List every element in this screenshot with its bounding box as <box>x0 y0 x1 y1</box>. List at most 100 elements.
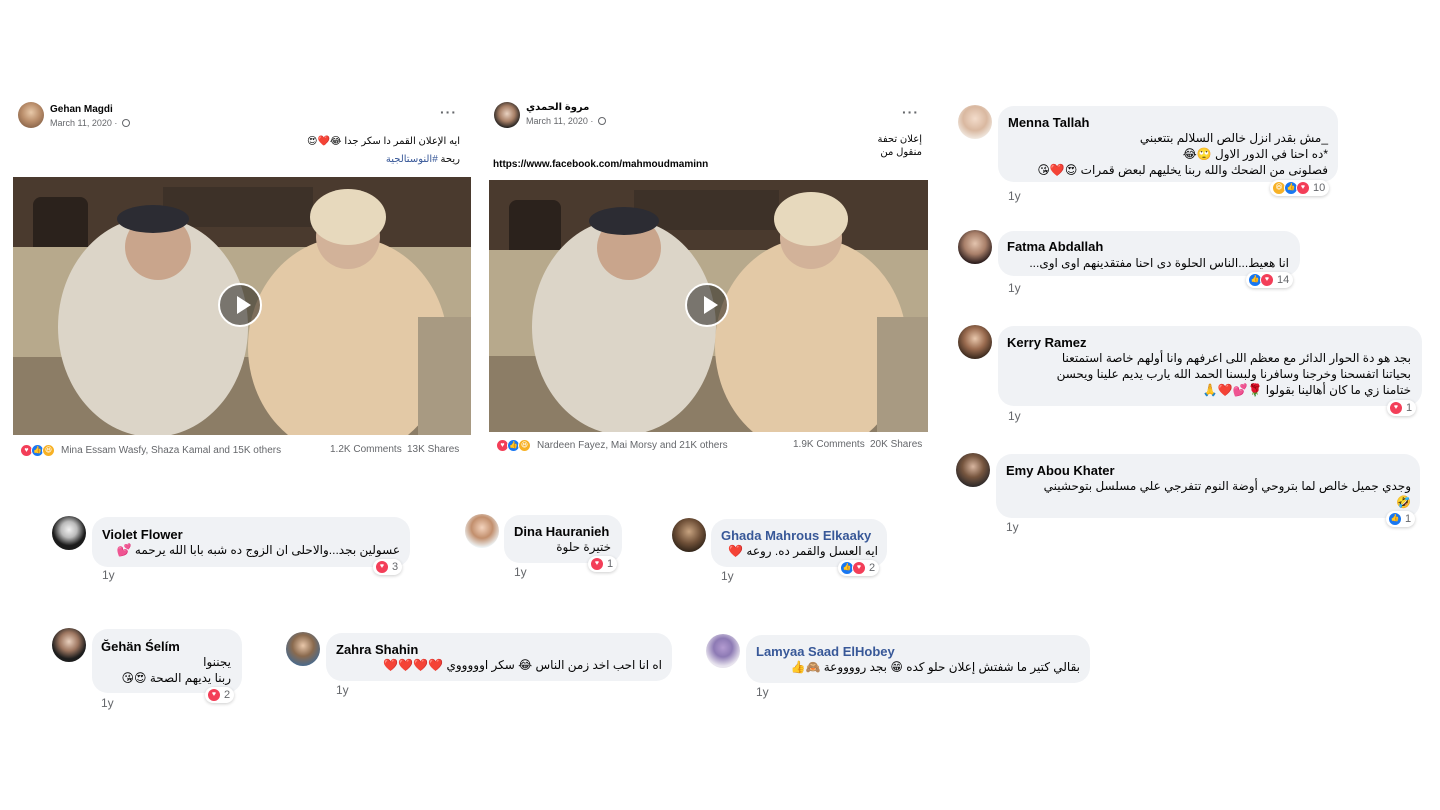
more-options-icon[interactable]: ··· <box>902 104 919 120</box>
comment-text-line: فصلونى من الضحك والله ربنا يخليهم لبعض ق… <box>1037 163 1328 177</box>
comment-text-line: ربنا يديهم الصحة 😍😘 <box>121 671 231 685</box>
commenter-avatar[interactable] <box>958 325 992 359</box>
commenter-avatar[interactable] <box>706 634 740 668</box>
post-text-line-1: ايه الإعلان القمر دا سكر جدا 😂❤️😍 <box>307 136 460 147</box>
commenter-avatar[interactable] <box>672 518 706 552</box>
post-text-line-2: ريحة #النوستالجية <box>386 154 460 165</box>
share-count[interactable]: 13K Shares <box>407 444 459 455</box>
comment-text-line: بقالي كتير ما شفتش إعلان حلو كده 😁 بجد ر… <box>790 660 1080 674</box>
video-player[interactable] <box>489 180 928 432</box>
reaction-count: 2 <box>224 689 231 701</box>
comment-time[interactable]: 1y <box>1008 409 1021 423</box>
comment-author[interactable]: Kerry Ramez <box>1007 335 1087 350</box>
reactions-names: Mina Essam Wasfy, Shaza Kamal and 15K ot… <box>61 445 282 456</box>
comment-text-line: بجد هو دة الحوار الدائر مع معظم اللى اعر… <box>1061 351 1411 365</box>
post-text-line-1: إعلان تحفة <box>877 134 923 145</box>
reaction-count: 1 <box>607 558 614 570</box>
comment-time[interactable]: 1y <box>336 683 349 697</box>
comment-text-line: _مش بقدر انزل خالص السلالم بتتعبني <box>1139 131 1328 145</box>
globe-icon <box>121 119 130 127</box>
video-player[interactable] <box>13 177 471 435</box>
reactions-summary[interactable]: ♥ 👍 😆 Mina Essam Wasfy, Shaza Kamal and … <box>20 444 281 457</box>
comment-time[interactable]: 1y <box>756 685 769 699</box>
comment-author[interactable]: Zahra Shahin <box>336 642 418 657</box>
hashtag-link[interactable]: #النوستالجية <box>386 154 438 165</box>
commenter-avatar[interactable] <box>286 632 320 666</box>
haha-reaction-icon: 😆 <box>42 444 55 457</box>
like-reaction-icon: 👍 <box>1388 512 1402 526</box>
comment-author[interactable]: Emy Abou Khater <box>1006 463 1115 478</box>
love-reaction-icon: ♥ <box>1260 273 1274 287</box>
commenter-avatar[interactable] <box>52 516 86 550</box>
share-count[interactable]: 20K Shares <box>870 439 922 450</box>
love-reaction-icon: ♥ <box>375 560 389 574</box>
play-button[interactable] <box>685 283 729 327</box>
comment-text-line: يجننوا <box>203 655 231 669</box>
comment-author[interactable]: Lamyaa Saad ElHobey <box>756 644 895 659</box>
post-link[interactable]: https://www.facebook.com/mahmoudmaminn <box>493 159 708 170</box>
reaction-count: 1 <box>1405 513 1412 525</box>
globe-icon <box>597 117 606 125</box>
comment-time[interactable]: 1y <box>1008 189 1021 203</box>
post-date[interactable]: March 11, 2020 · <box>50 118 130 128</box>
commenter-avatar[interactable] <box>465 514 499 548</box>
comment-time[interactable]: 1y <box>721 569 734 583</box>
reactions-names: Nardeen Fayez, Mai Morsy and 21K others <box>537 440 728 451</box>
post-date[interactable]: March 11, 2020 · <box>526 116 606 126</box>
comment-count[interactable]: 1.2K Comments <box>330 444 402 455</box>
commenter-avatar[interactable] <box>52 628 86 662</box>
comment-reactions[interactable]: ♥ 3 <box>373 559 403 575</box>
comment-author[interactable]: Menna Tallah <box>1008 115 1089 130</box>
reaction-count: 1 <box>1406 402 1413 414</box>
comment-text-line: عسولين بجد...والاحلى ان الزوج ده شبه باب… <box>116 543 400 557</box>
reaction-count: 3 <box>392 561 399 573</box>
comment-reactions[interactable]: 👍 ♥ 14 <box>1246 272 1294 288</box>
author-avatar[interactable] <box>494 102 520 128</box>
comment-text-line: ايه العسل والقمر ده. روعه ❤️ <box>728 544 878 558</box>
more-options-icon[interactable]: ··· <box>440 104 457 120</box>
comment-author[interactable]: Fatma Abdallah <box>1007 239 1103 254</box>
comment-author[interactable]: Ghada Mahrous Elkaaky <box>721 528 871 543</box>
comment-text-line: وجدي جميل خالص لما بتروحي أوضة النوم تتف… <box>1043 479 1411 493</box>
comment-reactions[interactable]: ♥ 1 <box>1387 400 1417 416</box>
author-avatar[interactable] <box>18 102 44 128</box>
comment-text-line: ختيرة حلوة <box>556 540 611 554</box>
love-reaction-icon: ♥ <box>1296 181 1310 195</box>
comment-author[interactable]: Ğehän Śelím <box>101 639 180 654</box>
comment-reactions[interactable]: ♥ 2 <box>205 687 235 703</box>
post-author[interactable]: مروة الحمدي <box>526 102 589 113</box>
post-text-line-2: منقول من <box>880 147 922 158</box>
comment-text-line: انا هعيط...الناس الحلوة دى احنا مفتقدينه… <box>1029 256 1289 270</box>
comment-text-line: ختامنا زي ما كان أهالينا بقولوا 🌹💕❤️🙏 <box>1202 383 1411 397</box>
comment-text-line: 🤣 <box>1396 495 1411 509</box>
comment-time[interactable]: 1y <box>514 565 527 579</box>
commenter-avatar[interactable] <box>956 453 990 487</box>
play-button[interactable] <box>218 283 262 327</box>
comment-reactions[interactable]: 👍 1 <box>1386 511 1416 527</box>
comment-text-line: *ده احنا في الدور الاول 🙄😂 <box>1182 147 1328 161</box>
love-reaction-icon: ♥ <box>590 557 604 571</box>
reactions-summary[interactable]: ♥ 👍 😆 Nardeen Fayez, Mai Morsy and 21K o… <box>496 439 728 452</box>
commenter-avatar[interactable] <box>958 105 992 139</box>
post-date-text: March 11, 2020 · <box>50 118 118 128</box>
comment-time[interactable]: 1y <box>101 696 114 710</box>
comment-author[interactable]: Violet Flower <box>102 527 183 542</box>
post-author[interactable]: Gehan Magdi <box>50 104 113 115</box>
comment-author[interactable]: Dina Hauranieh <box>514 524 609 539</box>
comment-reactions[interactable]: 👍 ♥ 2 <box>838 560 880 576</box>
comment-time[interactable]: 1y <box>1006 520 1019 534</box>
post-card-1: Gehan Magdi March 11, 2020 · ··· ايه الإ… <box>12 96 472 466</box>
comment-reactions[interactable]: 😆 👍 ♥ 10 <box>1270 180 1330 196</box>
reaction-count: 10 <box>1313 182 1326 194</box>
comment-text-line: اه انا احب اخد زمن الناس 😂 سكر اوووووي ❤… <box>383 658 662 672</box>
comment-text-line: بحياتنا اتفسحنا وخرجنا وسافرنا ولبسنا ال… <box>1056 367 1411 381</box>
comment-count[interactable]: 1.9K Comments <box>793 439 865 450</box>
commenter-avatar[interactable] <box>958 230 992 264</box>
love-reaction-icon: ♥ <box>207 688 221 702</box>
comment-time[interactable]: 1y <box>102 568 115 582</box>
haha-reaction-icon: 😆 <box>518 439 531 452</box>
comment-time[interactable]: 1y <box>1008 281 1021 295</box>
love-reaction-icon: ♥ <box>852 561 866 575</box>
comment-reactions[interactable]: ♥ 1 <box>588 556 618 572</box>
post-text-prefix: ريحة <box>437 154 460 165</box>
